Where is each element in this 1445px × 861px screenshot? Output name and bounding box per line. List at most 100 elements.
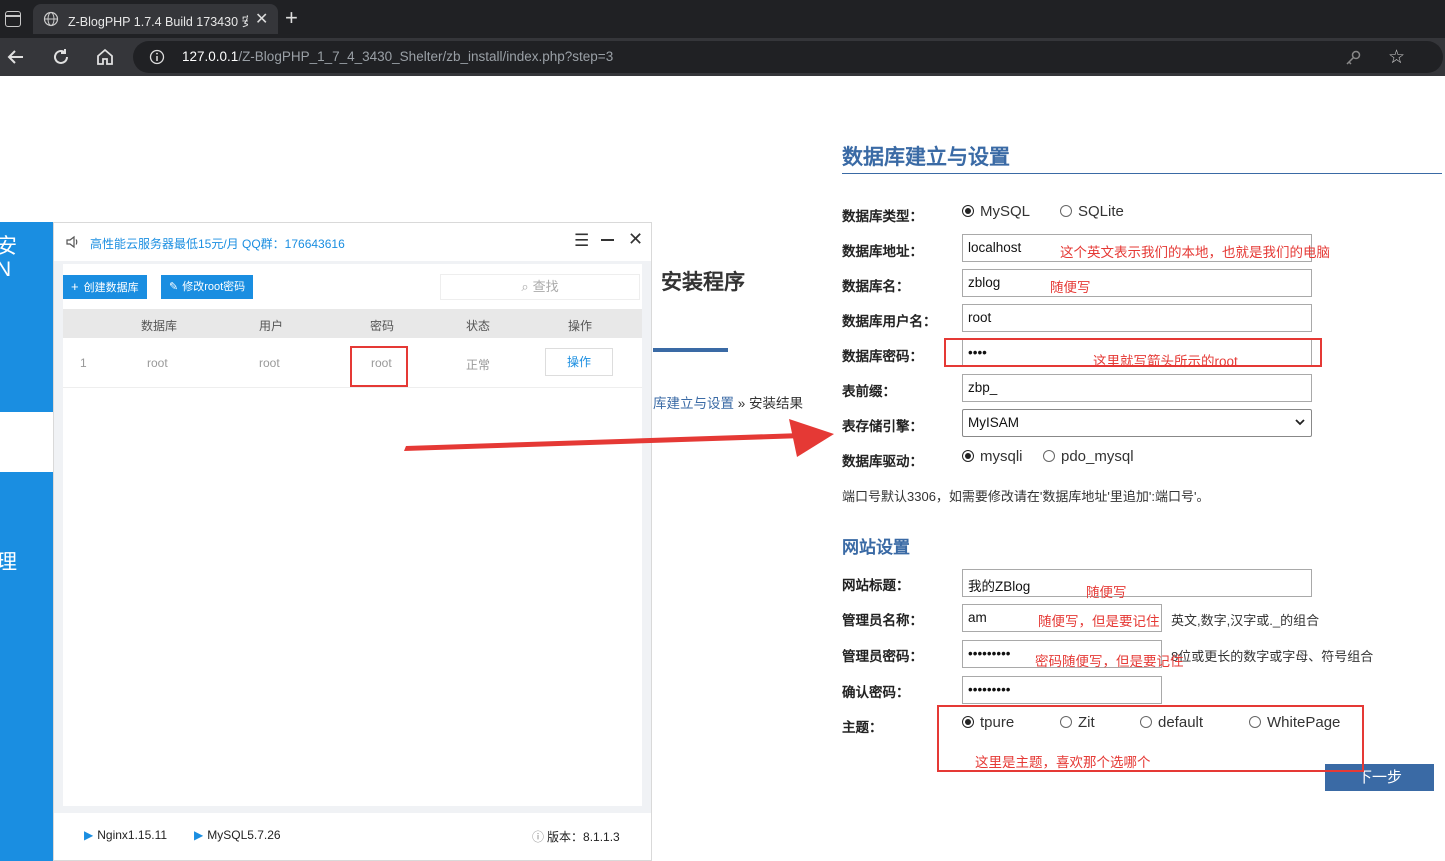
db-title-divider [842, 173, 1442, 174]
db-type-sqlite-radio[interactable]: SQLite [1060, 203, 1124, 220]
column-header: 数据库 [141, 319, 178, 333]
db-name-input[interactable]: zblog [962, 269, 1312, 297]
site-section-title: 网站设置 [842, 538, 910, 557]
column-header: 操作 [568, 319, 593, 333]
phpstudy-panel: 高性能云服务器最低15元/月 QQ群：176643616 ☰ ✕ + 创建数据库 … [53, 222, 652, 861]
nginx-status[interactable]: ▶ Nginx1.15.11 [84, 828, 167, 842]
search-icon: ⌕ [521, 279, 529, 294]
plus-icon: + [71, 279, 79, 294]
window-menu-icon[interactable] [5, 11, 21, 27]
confirm-password-label: 确认密码： [842, 685, 910, 700]
row-operation-button[interactable]: 操作 [545, 348, 613, 376]
driver-pdo-radio[interactable]: pdo_mysql [1043, 448, 1134, 465]
annotation-host: 这个英文表示我们的本地，也就是我们的电脑 [1060, 245, 1330, 260]
table-prefix-label: 表前缀： [842, 384, 896, 399]
admin-password-label: 管理员密码： [842, 649, 923, 664]
menu-icon[interactable]: ☰ [574, 231, 589, 251]
port-hint: 端口号默认3306，如需要修改请在'数据库地址'里追加':端口号'。 [842, 489, 1210, 504]
row-index: 1 [80, 356, 87, 370]
row-database: root [147, 356, 168, 370]
search-input[interactable]: ⌕ 查找 [440, 274, 640, 300]
admin-password-hint: 8位或更长的数字或字母、符号组合 [1171, 649, 1374, 664]
change-root-password-button[interactable]: ✎ 修改root密码 [161, 275, 254, 299]
site-title-label: 网站标题： [842, 578, 910, 593]
admin-name-label: 管理员名称： [842, 613, 923, 628]
url-text[interactable]: 127.0.0.1/Z-BlogPHP_1_7_4_3430_Shelter/z… [182, 49, 613, 64]
site-title-input[interactable]: 我的ZBlog [962, 569, 1312, 597]
bookmark-star-icon[interactable]: ☆ [1388, 46, 1405, 69]
address-bar[interactable]: 127.0.0.1/Z-BlogPHP_1_7_4_3430_Shelter/z… [133, 41, 1443, 73]
theme-label: 主题： [842, 720, 883, 735]
db-user-label: 数据库用户名： [842, 314, 937, 329]
install-progress-bar [653, 348, 728, 352]
db-type-mysql-radio[interactable]: MySQL [962, 203, 1030, 220]
annotation-password: 这里就写箭头所示的root [1093, 354, 1238, 369]
install-steps: 库建立与设置 » 安装结果 [653, 392, 803, 412]
url-path: /Z-BlogPHP_1_7_4_3430_Shelter/zb_install… [238, 49, 614, 64]
chevron-down-icon [1295, 419, 1305, 426]
annotation-admin-password: 密码随便写，但是要记住 [1035, 654, 1184, 669]
panel-body: + 创建数据库 ✎ 修改root密码 ⌕ 查找 数据库 用户 密码 状态 操作 1 r… [63, 264, 642, 806]
pencil-icon: ✎ [169, 281, 179, 293]
radio-checked-icon [962, 450, 974, 462]
version-info: ⓘ 版本：8.1.1.3 [532, 830, 620, 844]
create-database-button[interactable]: + 创建数据库 [63, 275, 147, 299]
key-icon[interactable] [1343, 48, 1363, 68]
site-info-icon[interactable] [149, 49, 165, 65]
annotation-site-title: 随便写 [1086, 585, 1127, 600]
tab-close-icon[interactable]: ✕ [255, 9, 268, 29]
browser-chrome: Z-BlogPHP 1.7.4 Build 173430 安装 ✕ + 127.… [0, 0, 1445, 76]
background-window-bottom: 理 [0, 472, 53, 861]
close-icon[interactable]: ✕ [628, 229, 643, 250]
install-title: 安装程序 [661, 271, 745, 294]
url-host: 127.0.0.1 [182, 49, 239, 64]
table-header: 数据库 用户 密码 状态 操作 [63, 309, 642, 338]
step-next: 安装结果 [749, 396, 804, 411]
minimize-icon[interactable] [601, 239, 614, 241]
background-window-char: 安 [0, 235, 17, 258]
table-engine-select[interactable]: MyISAM [962, 409, 1312, 437]
info-icon: ⓘ [532, 830, 545, 844]
annotation-arrow [404, 419, 834, 457]
table-prefix-input[interactable]: zbp_ [962, 374, 1312, 402]
back-icon[interactable] [4, 45, 28, 69]
column-header: 用户 [259, 319, 284, 333]
new-tab-icon[interactable]: + [285, 5, 298, 31]
home-icon[interactable] [93, 45, 117, 69]
annotation-theme: 这里是主题，喜欢那个选哪个 [975, 755, 1151, 770]
background-window-char: 理 [0, 551, 17, 574]
db-section-title: 数据库建立与设置 [842, 146, 1010, 169]
table-engine-label: 表存储引擎： [842, 419, 923, 434]
nav-bar: 127.0.0.1/Z-BlogPHP_1_7_4_3430_Shelter/z… [0, 38, 1445, 76]
db-user-input[interactable]: root [962, 304, 1312, 332]
promo-text[interactable]: 高性能云服务器最低15元/月 QQ群：176643616 [90, 235, 345, 252]
tab-bar: Z-BlogPHP 1.7.4 Build 173430 安装 ✕ + [0, 0, 1445, 38]
reload-icon[interactable] [49, 45, 73, 69]
db-type-label: 数据库类型： [842, 209, 923, 224]
annotation-dbname: 随便写 [1050, 280, 1091, 295]
annotation-admin: 随便写，但是要记住 [1038, 614, 1160, 629]
driver-mysqli-radio[interactable]: mysqli [962, 448, 1023, 465]
confirm-password-input[interactable]: ••••••••• [962, 676, 1162, 704]
mysql-status[interactable]: ▶ MySQL5.7.26 [194, 828, 281, 842]
background-window-top: 安 N [0, 222, 53, 412]
table-engine-value: MyISAM [968, 415, 1020, 430]
radio-unchecked-icon [1043, 450, 1055, 462]
play-icon: ▶ [194, 828, 204, 842]
annotation-root-box [350, 346, 408, 387]
db-host-label: 数据库地址： [842, 244, 923, 259]
globe-icon [43, 11, 59, 27]
play-icon: ▶ [84, 828, 94, 842]
admin-name-hint: 英文,数字,汉字或._的组合 [1171, 613, 1320, 628]
db-password-label: 数据库密码： [842, 349, 923, 364]
browser-tab[interactable]: Z-BlogPHP 1.7.4 Build 173430 安装 ✕ [33, 4, 278, 34]
db-name-label: 数据库名： [842, 279, 910, 294]
column-header: 密码 [370, 319, 395, 333]
speaker-icon [66, 235, 78, 249]
page: 安 N 理 安装程序 库建立与设置 » 安装结果 数据库建立与设置 数据库类型：… [0, 76, 1445, 861]
panel-header: 高性能云服务器最低15元/月 QQ群：176643616 ☰ ✕ [54, 223, 651, 261]
row-status: 正常 [466, 358, 491, 372]
db-driver-label: 数据库驱动： [842, 454, 923, 469]
radio-checked-icon [962, 205, 974, 217]
panel-footer: ▶ Nginx1.15.11 ▶ MySQL5.7.26 ⓘ 版本：8.1.1.3 [54, 813, 651, 860]
